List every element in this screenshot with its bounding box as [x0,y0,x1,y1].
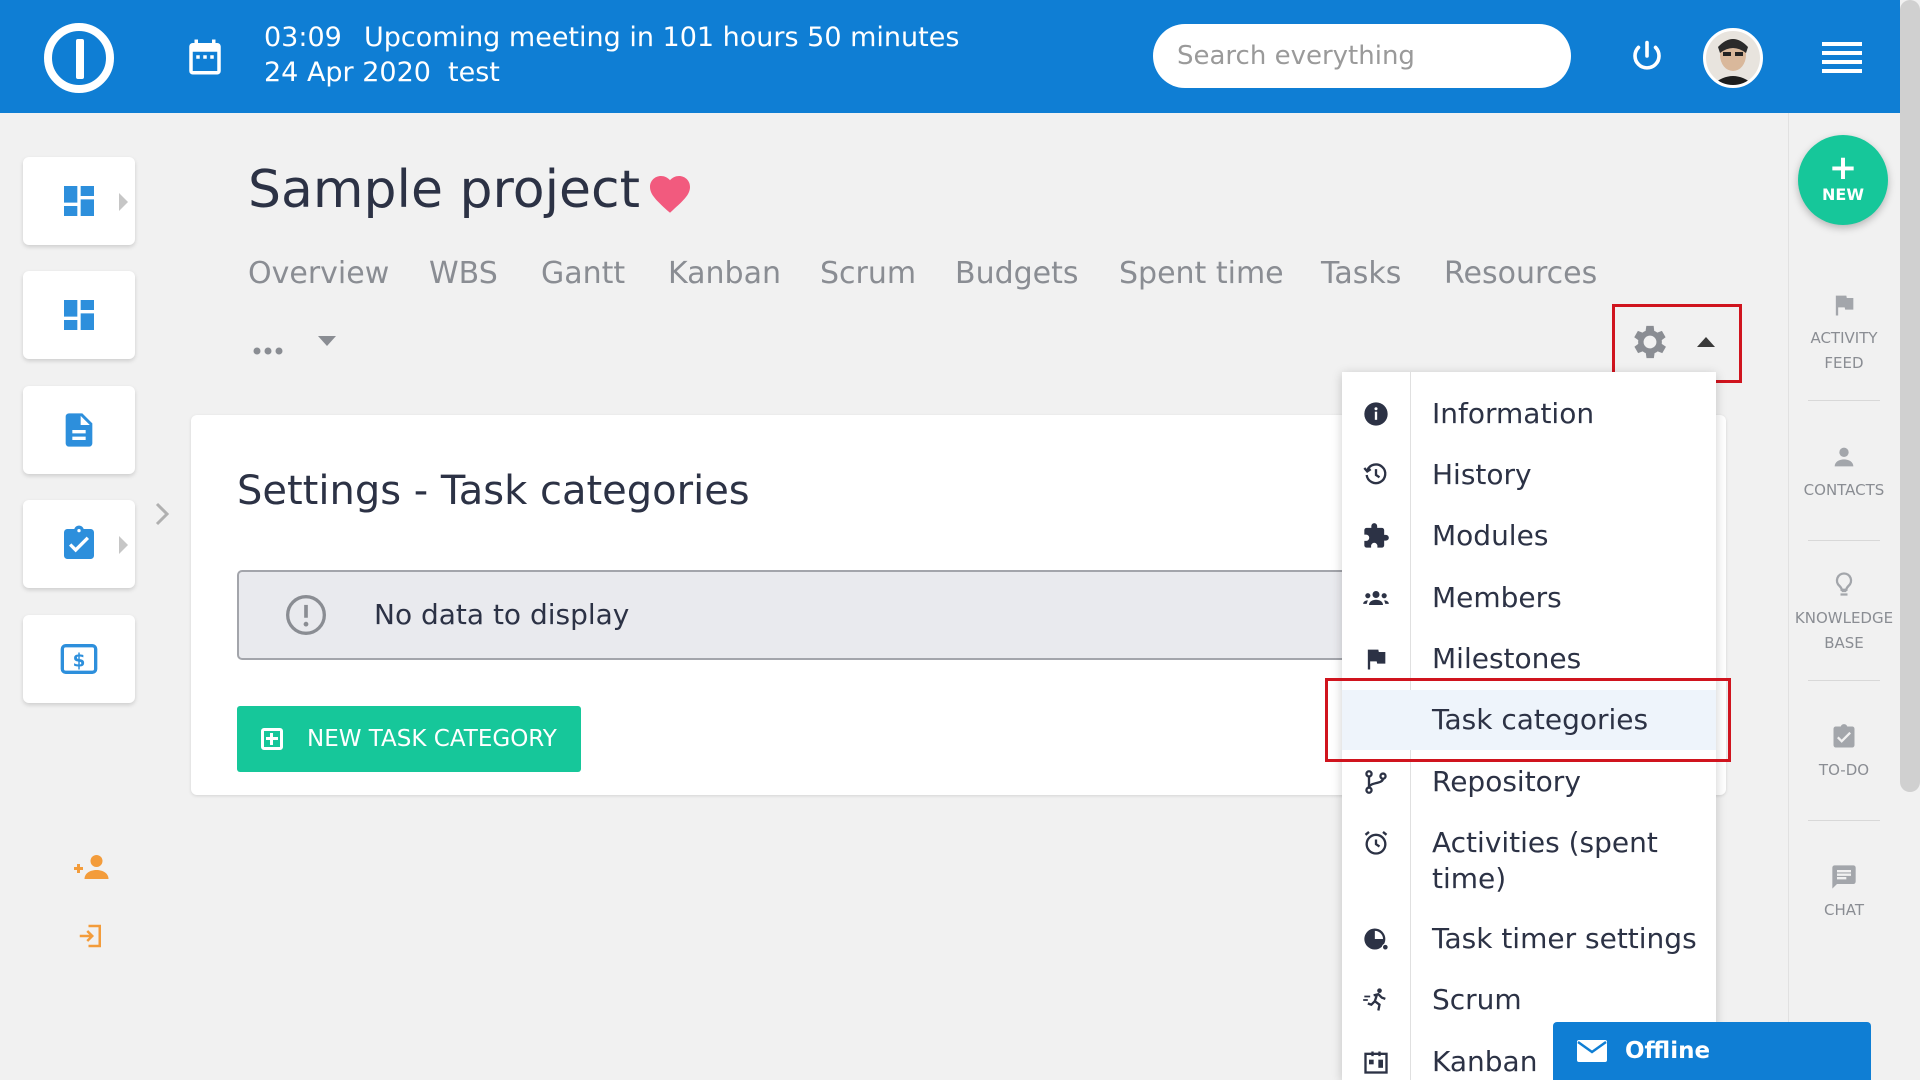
branch-icon [1365,770,1387,794]
todo-button[interactable]: TO-DO [1789,722,1899,783]
tab-gantt[interactable]: Gantt [541,256,625,291]
contacts-button[interactable]: CONTACTS [1789,442,1899,503]
menu-item-members[interactable]: Members [1342,568,1716,628]
svg-text:$: $ [73,651,86,672]
menu-item-history[interactable]: History [1342,445,1716,505]
header-project[interactable]: test [448,57,500,88]
header-date: 24 Apr 2020 [264,57,431,88]
dashboard-icon [64,186,94,216]
gear-icon[interactable] [1628,320,1672,364]
app-logo-icon[interactable] [44,23,114,93]
runner-icon [1363,988,1386,1011]
sidebar-budget-button[interactable]: $ [23,615,135,703]
offline-chat-widget[interactable]: Offline [1553,1022,1871,1080]
user-avatar[interactable] [1703,28,1763,88]
menu-item-modules[interactable]: Modules [1342,506,1716,566]
tab-overview[interactable]: Overview [248,256,389,291]
expand-arrow-icon [119,536,128,554]
caret-up-icon[interactable] [1697,337,1715,347]
settings-card-title: Settings - Task categories [237,468,750,514]
scrollbar-thumb[interactable] [1900,0,1920,792]
activity-feed-button[interactable]: ACTIVITY FEED [1789,290,1899,376]
menu-item-task-timer-settings[interactable]: Task timer settings [1342,909,1716,969]
no-data-text: No data to display [374,598,630,631]
sidebar-expand-chevron-icon[interactable] [152,500,174,528]
hamburger-menu-icon[interactable] [1822,42,1862,74]
sidebar-project-dashboard-button[interactable] [23,271,135,359]
plus-icon: + [1828,148,1858,188]
tab-budgets[interactable]: Budgets [955,256,1079,291]
clipboard-check-icon [64,525,94,559]
tab-wbs[interactable]: WBS [429,256,498,291]
flag-icon [1835,295,1854,316]
chat-status: Offline [1625,1038,1711,1064]
new-button[interactable]: + NEW [1798,135,1888,225]
more-tabs-caret-icon[interactable] [318,336,336,346]
timer-icon [1364,928,1389,951]
new-task-category-button[interactable]: NEW TASK CATEGORY [237,706,581,772]
divider [1808,400,1880,401]
more-tabs-dots-icon[interactable] [252,346,284,356]
divider [1808,680,1880,681]
header-time: 03:09 [264,22,342,53]
money-icon: $ [60,644,98,674]
person-icon [1834,447,1854,467]
plus-box-icon [261,728,283,750]
upcoming-meeting-link[interactable]: Upcoming meeting in 101 hours 50 minutes [364,22,959,53]
calendar-icon[interactable] [184,36,226,78]
tab-kanban[interactable]: Kanban [668,256,781,291]
expand-arrow-icon [119,193,128,211]
lightbulb-icon [1835,572,1853,596]
divider [1808,820,1880,821]
sidebar-tasks-button[interactable] [23,500,135,588]
document-icon [65,413,93,447]
dashboard-icon [64,300,94,330]
divider [1808,540,1880,541]
info-icon [1364,402,1388,426]
tab-tasks[interactable]: Tasks [1321,256,1401,291]
alert-circle-icon [286,595,326,635]
favorite-heart-icon[interactable] [646,170,694,214]
menu-item-activities[interactable]: Activities (spent time) [1342,813,1716,909]
clipboard-check-icon [1833,724,1855,748]
page-title: Sample project [248,160,640,220]
members-icon [1363,591,1389,605]
menu-item-information[interactable]: Information [1342,384,1716,444]
alarm-icon [1364,831,1388,855]
board-icon [1364,1051,1388,1074]
add-user-icon[interactable] [74,852,110,882]
search-input[interactable] [1153,24,1571,88]
menu-item-scrum[interactable]: Scrum [1342,970,1716,1030]
tab-scrum[interactable]: Scrum [820,256,916,291]
chat-button[interactable]: CHAT [1789,862,1899,923]
tab-resources[interactable]: Resources [1444,256,1597,291]
puzzle-icon [1364,523,1389,548]
knowledge-base-button[interactable]: KNOWLEDGE BASE [1789,568,1899,656]
flag-icon [1367,649,1386,670]
envelope-icon [1577,1040,1607,1062]
login-icon[interactable] [76,921,106,951]
task-categories-highlight-box [1325,678,1731,762]
tab-spent-time[interactable]: Spent time [1119,256,1284,291]
sidebar-documents-button[interactable] [23,386,135,474]
menu-item-repository[interactable]: Repository [1342,752,1716,812]
sidebar-dashboard-button[interactable] [23,157,135,245]
top-header: 03:09 Upcoming meeting in 101 hours 50 m… [0,0,1900,113]
chat-icon [1832,865,1856,889]
history-icon [1363,463,1387,485]
power-icon[interactable] [1629,38,1665,74]
